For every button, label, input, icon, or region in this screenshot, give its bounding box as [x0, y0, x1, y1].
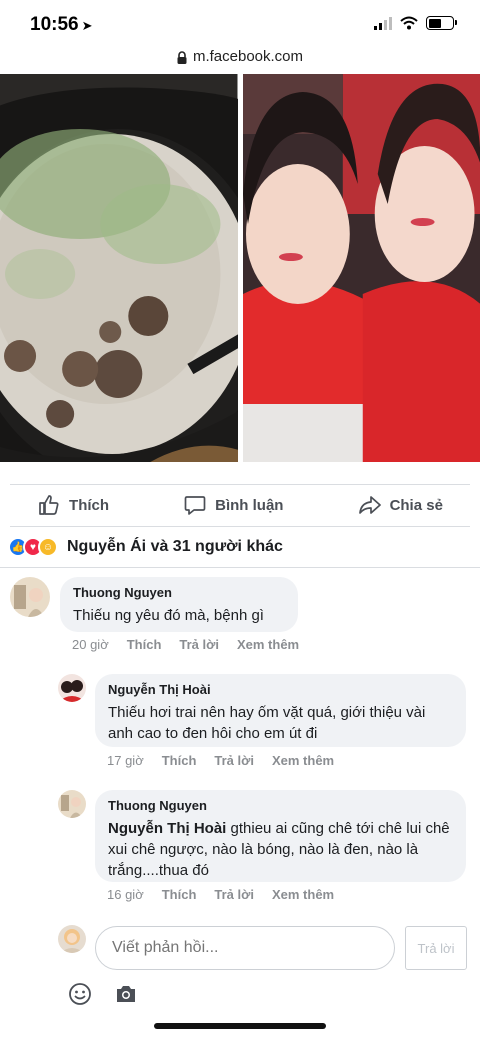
comment-button[interactable]: Bình luận	[183, 493, 283, 517]
divider	[10, 526, 470, 527]
comment-text: Thiếu hơi trai nên hay ốm vặt quá, giới …	[108, 704, 426, 742]
comment-meta: 20 giờ Thích Trả lời Xem thêm	[72, 637, 299, 652]
comment-bubble: Thuong Nguyen Nguyễn Thị Hoài gthieu ai …	[95, 790, 466, 882]
comment-author[interactable]: Thuong Nguyen	[73, 585, 286, 600]
comment-text: Nguyễn Thị Hoài gthieu ai cũng chê tới c…	[108, 818, 454, 881]
comment-label: Bình luận	[215, 496, 284, 514]
comment-meta: 17 giờ Thích Trả lời Xem thêm	[107, 753, 334, 768]
emoji-icon[interactable]	[68, 982, 92, 1006]
comment-bubble: Thuong Nguyen Thiếu ng yêu đó mà, bệnh g…	[60, 577, 298, 632]
divider	[0, 567, 480, 568]
comment-time[interactable]: 20 giờ	[72, 637, 109, 652]
comment-like-link[interactable]: Thích	[162, 753, 197, 768]
comment-reply-link[interactable]: Trả lời	[179, 637, 219, 652]
comment-like-link[interactable]: Thích	[127, 637, 162, 652]
lock-icon	[177, 50, 187, 64]
reply-submit-button[interactable]: Trả lời	[405, 926, 467, 970]
cellular-signal-icon	[374, 16, 392, 30]
comment-text: Thiếu ng yêu đó mà, bệnh gì	[73, 607, 264, 624]
share-button[interactable]: Chia sẻ	[358, 493, 443, 517]
comment-time[interactable]: 16 giờ	[107, 887, 144, 902]
avatar[interactable]	[58, 674, 86, 702]
comment-time[interactable]: 17 giờ	[107, 753, 144, 768]
comment-bubble-icon	[184, 496, 206, 515]
comment-like-link[interactable]: Thích	[162, 887, 197, 902]
battery-icon	[426, 16, 457, 30]
status-bar: 10:56 ➤	[0, 0, 480, 50]
haha-reaction-icon: ☺	[38, 537, 58, 557]
comment-more-link[interactable]: Xem thêm	[272, 887, 334, 902]
like-label: Thích	[69, 496, 110, 514]
url-bar[interactable]: m.facebook.com	[0, 48, 480, 72]
porridge-photo[interactable]	[0, 74, 238, 462]
status-time: 10:56 ➤	[30, 14, 93, 36]
comment-reply-link[interactable]: Trả lời	[214, 753, 254, 768]
camera-icon[interactable]	[114, 982, 138, 1006]
url-text: m.facebook.com	[192, 48, 304, 65]
comment-more-link[interactable]: Xem thêm	[237, 637, 299, 652]
share-arrow-icon	[358, 496, 381, 514]
post-action-bar: Thích Bình luận Chia sẻ	[0, 484, 480, 526]
comment-meta: 16 giờ Thích Trả lời Xem thêm	[107, 887, 334, 902]
reactions-summary[interactable]: 👍 ♥ ☺ Nguyễn Ái và 31 người khác	[8, 533, 283, 561]
location-arrow-icon: ➤	[81, 18, 93, 33]
mention-link[interactable]: Nguyễn Thị Hoài	[108, 820, 226, 837]
status-icons	[374, 16, 457, 30]
comment-author[interactable]: Nguyễn Thị Hoài	[108, 682, 454, 697]
home-indicator	[154, 1023, 326, 1029]
post-photos	[0, 74, 480, 462]
comment-bubble: Nguyễn Thị Hoài Thiếu hơi trai nên hay ố…	[95, 674, 466, 747]
comment-reply-link[interactable]: Trả lời	[214, 887, 254, 902]
current-user-avatar	[58, 925, 86, 953]
like-button[interactable]: Thích	[37, 493, 109, 517]
reactions-text: Nguyễn Ái và 31 người khác	[67, 538, 283, 555]
time-label: 10:56	[30, 14, 79, 35]
selfie-photo[interactable]	[242, 74, 480, 462]
thumbs-up-icon	[39, 495, 59, 515]
reply-input[interactable]	[95, 926, 395, 970]
share-label: Chia sẻ	[389, 496, 443, 514]
avatar[interactable]	[58, 790, 86, 818]
wifi-icon	[400, 16, 418, 30]
comment-more-link[interactable]: Xem thêm	[272, 753, 334, 768]
avatar[interactable]	[10, 577, 50, 617]
comment-author[interactable]: Thuong Nguyen	[108, 798, 454, 813]
